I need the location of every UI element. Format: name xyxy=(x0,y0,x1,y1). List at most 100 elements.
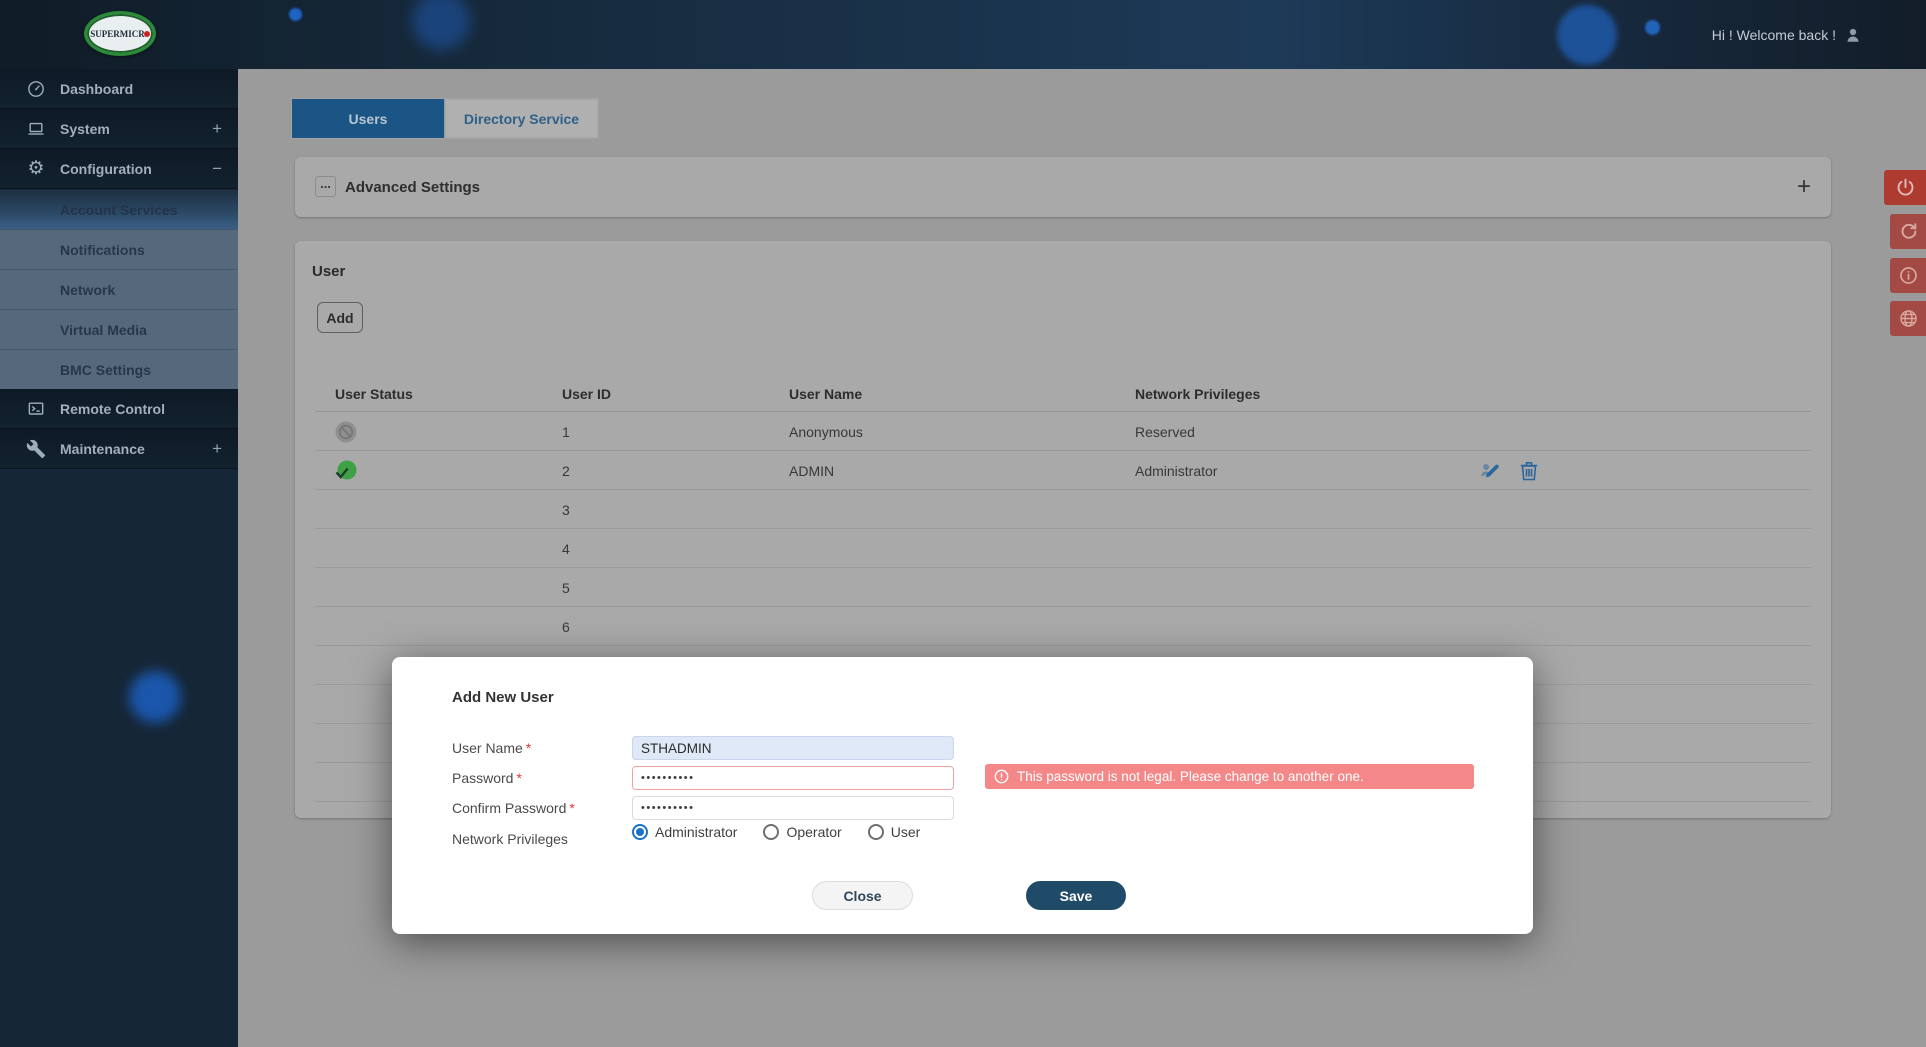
cell-user-id: 4 xyxy=(562,540,570,557)
cell-user-name: ADMIN xyxy=(789,462,835,479)
col-header-user-status: User Status xyxy=(335,386,413,402)
required-asterisk: * xyxy=(525,740,532,756)
close-button[interactable]: Close xyxy=(812,881,913,910)
gauge-icon xyxy=(26,79,46,99)
password-error-banner: This password is not legal. Please chang… xyxy=(985,764,1474,789)
user-disabled-icon xyxy=(335,412,357,451)
logo-red-dot xyxy=(143,30,150,37)
confirm-password-label: Confirm Password * xyxy=(452,800,575,816)
terminal-icon xyxy=(26,399,46,419)
col-header-user-name: User Name xyxy=(789,386,863,402)
required-asterisk: * xyxy=(516,770,522,786)
ellipsis-menu-icon[interactable]: ... xyxy=(315,176,336,197)
delete-user-icon[interactable] xyxy=(1517,459,1541,483)
network-privileges-label: Network Privileges xyxy=(452,831,568,847)
sidebar-item-maintenance[interactable]: Maintenance + xyxy=(0,429,238,469)
dialog-title: Add New User xyxy=(452,689,554,706)
password-field[interactable] xyxy=(632,766,954,790)
decorative-circle xyxy=(412,0,470,50)
gear-icon: ⚙ xyxy=(27,157,45,179)
sidebar-item-label: Network xyxy=(60,281,116,298)
supermicro-logo[interactable]: SUPERMICR xyxy=(84,11,156,56)
sidebar-item-label: Configuration xyxy=(60,160,152,177)
cell-user-id: 2 xyxy=(562,462,570,479)
refresh-button[interactable] xyxy=(1890,214,1926,249)
edit-user-icon[interactable] xyxy=(1479,459,1503,483)
col-header-user-id: User ID xyxy=(562,386,612,402)
sidebar-item-label: System xyxy=(60,120,110,137)
sidebar-item-account-services[interactable]: Account Services xyxy=(0,189,238,229)
info-icon xyxy=(1899,267,1917,284)
collapse-minus-icon[interactable]: − xyxy=(212,159,222,179)
user-panel-title: User xyxy=(312,263,346,280)
info-button[interactable] xyxy=(1890,258,1926,293)
cell-network-privileges: Reserved xyxy=(1135,423,1195,440)
sidebar-item-label: Remote Control xyxy=(60,400,165,417)
sidebar-item-remote-control[interactable]: Remote Control xyxy=(0,389,238,429)
decorative-circle xyxy=(1557,5,1617,65)
cell-user-id: 6 xyxy=(562,618,570,635)
top-header: SUPERMICR Hi ! Welcome back ! xyxy=(0,0,1926,69)
error-alert-icon xyxy=(994,769,1009,784)
table-row: 1 Anonymous Reserved xyxy=(315,412,1811,451)
table-row: 2 ADMIN Administrator xyxy=(315,451,1811,490)
decorative-circle xyxy=(129,671,181,723)
table-row: 3 xyxy=(315,490,1811,529)
refresh-icon xyxy=(1901,223,1916,239)
tab-users[interactable]: Users xyxy=(292,99,444,138)
tab-group: Users Directory Service xyxy=(291,98,599,139)
sidebar-nav: Dashboard System + ⚙ Configuration − Acc… xyxy=(0,69,238,1047)
advanced-settings-bar: ... Advanced Settings + xyxy=(295,157,1831,217)
tab-directory-service[interactable]: Directory Service xyxy=(445,99,598,138)
sidebar-item-dashboard[interactable]: Dashboard xyxy=(0,69,238,109)
save-button[interactable]: Save xyxy=(1026,881,1126,910)
user-name-label: User Name * xyxy=(452,740,532,756)
table-row: 4 xyxy=(315,529,1811,568)
sidebar-item-system[interactable]: System + xyxy=(0,109,238,149)
radio-selected-icon[interactable] xyxy=(632,824,648,840)
radio-administrator[interactable]: Administrator xyxy=(632,824,737,840)
globe-button[interactable] xyxy=(1890,301,1926,336)
sidebar-item-label: BMC Settings xyxy=(60,361,151,378)
table-header-row: User Status User ID User Name Network Pr… xyxy=(315,380,1811,412)
sidebar-item-label: Account Services xyxy=(60,201,178,218)
sidebar-item-label: Dashboard xyxy=(60,80,134,97)
row-actions xyxy=(1479,451,1541,490)
radio-unselected-icon[interactable] xyxy=(867,824,884,840)
sidebar-item-virtual-media[interactable]: Virtual Media xyxy=(0,309,238,349)
cell-network-privileges: Administrator xyxy=(1135,462,1218,479)
power-icon xyxy=(1897,178,1913,196)
table-row: 5 xyxy=(315,568,1811,607)
user-enabled-icon xyxy=(335,451,357,490)
power-button[interactable] xyxy=(1884,170,1926,205)
globe-icon xyxy=(1899,310,1917,327)
radio-user[interactable]: User xyxy=(867,824,920,840)
user-name-field[interactable] xyxy=(632,736,954,760)
confirm-password-field[interactable] xyxy=(632,796,954,820)
wrench-icon xyxy=(26,439,46,459)
advanced-settings-title: Advanced Settings xyxy=(345,178,481,196)
cell-user-id: 5 xyxy=(562,579,570,596)
cell-user-id: 1 xyxy=(562,423,570,440)
sidebar-item-notifications[interactable]: Notifications xyxy=(0,229,238,269)
sidebar-item-configuration[interactable]: ⚙ Configuration − xyxy=(0,149,238,189)
sidebar-item-network[interactable]: Network xyxy=(0,269,238,309)
welcome-text: Hi ! Welcome back ! xyxy=(1711,26,1836,43)
sidebar-item-label: Notifications xyxy=(60,241,145,258)
sidebar-item-label: Maintenance xyxy=(60,440,145,457)
expand-plus-icon[interactable]: + xyxy=(212,439,222,459)
error-message-text: This password is not legal. Please chang… xyxy=(1017,769,1364,784)
add-user-button[interactable]: Add xyxy=(317,302,363,333)
expand-advanced-plus-icon[interactable]: + xyxy=(1797,157,1811,217)
radio-unselected-icon[interactable] xyxy=(763,824,780,840)
sidebar-item-label: Virtual Media xyxy=(60,321,147,338)
add-new-user-dialog: Add New User User Name* Password* This p… xyxy=(392,657,1533,934)
expand-plus-icon[interactable]: + xyxy=(212,119,222,139)
logo-text: SUPERMICR xyxy=(90,28,145,39)
radio-operator[interactable]: Operator xyxy=(763,824,842,840)
decorative-circle xyxy=(289,8,302,21)
user-avatar-icon[interactable] xyxy=(1844,26,1862,44)
cell-user-name: Anonymous xyxy=(789,423,863,440)
decorative-circle xyxy=(1645,20,1660,35)
sidebar-item-bmc-settings[interactable]: BMC Settings xyxy=(0,349,238,389)
